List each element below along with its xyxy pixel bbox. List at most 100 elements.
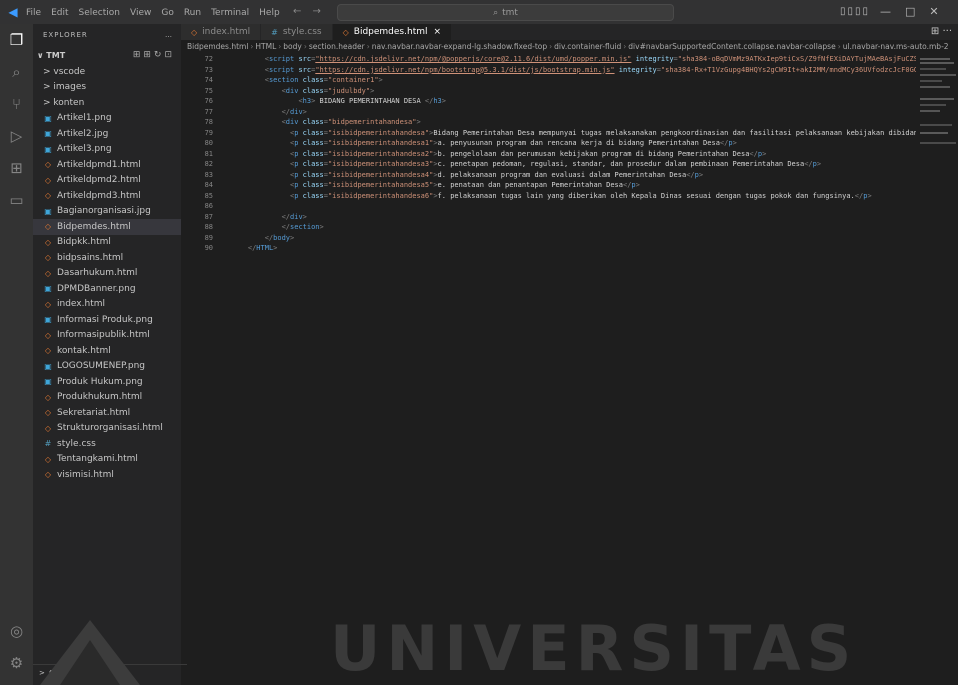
breadcrumb-item[interactable]: HTML bbox=[255, 42, 276, 51]
file-tree-item[interactable]: ◇ Artikeldpmd2.html bbox=[33, 173, 181, 189]
file-tree-item[interactable]: ◇ Artikeldpmd1.html bbox=[33, 157, 181, 173]
source-control-icon[interactable]: ⑂ bbox=[0, 88, 33, 120]
html-file-icon: ◇ bbox=[44, 175, 52, 185]
file-tree-item[interactable]: ▣ Artikel2.jpg bbox=[33, 126, 181, 142]
code-text: <p class="isibidpemerintahandesa2">b. pe… bbox=[231, 149, 766, 160]
css-file-icon: # bbox=[44, 439, 52, 449]
file-tree-item[interactable]: ◇ bidpsains.html bbox=[33, 250, 181, 266]
code-token: div bbox=[290, 212, 303, 221]
maximize-button[interactable]: □ bbox=[905, 5, 915, 18]
file-tree-item[interactable]: ▣ Artikel3.png bbox=[33, 142, 181, 158]
file-tree-item[interactable]: > images bbox=[33, 80, 181, 96]
file-tree-item[interactable]: ◇ Dasarhukum.html bbox=[33, 266, 181, 282]
file-tree-item[interactable]: ▣ LOGOSUMENEP.png bbox=[33, 359, 181, 375]
minimap[interactable] bbox=[916, 54, 958, 184]
file-tree-item[interactable]: ▣ Produk Hukum.png bbox=[33, 374, 181, 390]
menu-terminal[interactable]: Terminal bbox=[211, 8, 249, 18]
nav-arrows[interactable]: ← → bbox=[293, 6, 325, 17]
search-text: tmt bbox=[502, 7, 518, 18]
extensions-icon[interactable]: ⊞ bbox=[0, 152, 33, 184]
tab-style-css[interactable]: # style.css bbox=[261, 24, 333, 40]
code-text: <p class="isibidpemerintahandesa">Bidang… bbox=[231, 128, 916, 139]
account-icon[interactable]: ◎ bbox=[0, 615, 33, 647]
html-file-icon: ◇ bbox=[44, 470, 52, 480]
remote-explorer-icon[interactable]: ▭ bbox=[0, 184, 33, 216]
image-file-icon: ▣ bbox=[44, 361, 52, 371]
file-tree-item[interactable]: ◇ visimisi.html bbox=[33, 467, 181, 483]
command-center-search[interactable]: ⌕ tmt bbox=[337, 4, 674, 21]
minimize-button[interactable]: — bbox=[880, 5, 891, 18]
file-tree-item[interactable]: ◇ Bidpkk.html bbox=[33, 235, 181, 251]
file-tree-item[interactable]: ◇ Strukturorganisasi.html bbox=[33, 421, 181, 437]
menu-edit[interactable]: Edit bbox=[51, 8, 68, 18]
settings-gear-icon[interactable]: ⚙ bbox=[0, 647, 33, 679]
file-tree-item[interactable]: ▣ Informasi Produk.png bbox=[33, 312, 181, 328]
breadcrumb-item[interactable]: nav.navbar.navbar-expand-lg.shadow.fixed… bbox=[372, 42, 547, 51]
university-logo-watermark bbox=[40, 620, 140, 685]
file-tree-item[interactable]: ◇ Bidpemdes.html bbox=[33, 219, 181, 235]
breadcrumb-item[interactable]: Bidpemdes.html bbox=[187, 42, 248, 51]
code-editor[interactable]: 72 <script src="https://cdn.jsdelivr.net… bbox=[181, 54, 916, 384]
code-token: "bidpemerintahandesa" bbox=[327, 118, 417, 126]
menu-view[interactable]: View bbox=[130, 8, 151, 18]
file-tree-item[interactable]: # style.css bbox=[33, 436, 181, 452]
code-token: class bbox=[298, 160, 324, 168]
breadcrumb-item[interactable]: body bbox=[283, 42, 302, 51]
breadcrumb-item[interactable]: section.header bbox=[309, 42, 365, 51]
menu-help[interactable]: Help bbox=[259, 8, 280, 18]
file-tree-item[interactable]: ◇ kontak.html bbox=[33, 343, 181, 359]
workspace-folder[interactable]: ∨ TMT ⊞⊞↻⊡ bbox=[33, 46, 181, 64]
code-token: class bbox=[298, 139, 324, 147]
menu-run[interactable]: Run bbox=[184, 8, 201, 18]
file-tree-item[interactable]: ◇ Produkhukum.html bbox=[33, 390, 181, 406]
code-token: div bbox=[290, 107, 303, 116]
code-token: > bbox=[441, 97, 446, 105]
code-token: script bbox=[268, 65, 295, 74]
breadcrumb-item[interactable]: div.container-fluid bbox=[554, 42, 621, 51]
html-file-icon: ◇ bbox=[44, 253, 52, 263]
file-tree-item[interactable]: ▣ Artikel1.png bbox=[33, 111, 181, 127]
code-token: BIDANG PEMERINTAHAN DESA bbox=[315, 97, 425, 105]
file-tree-label: Tentangkami.html bbox=[57, 454, 138, 465]
title-bar: ◀ File Edit Selection View Go Run Terminal Help… bbox=[0, 0, 958, 24]
menu-file[interactable]: File bbox=[26, 8, 41, 18]
menu-selection[interactable]: Selection bbox=[79, 8, 120, 18]
breadcrumb-item[interactable]: div#navbarSupportedContent.collapse.navb… bbox=[628, 42, 835, 51]
line-number: 78 bbox=[204, 118, 213, 126]
file-tree-item[interactable]: > konten bbox=[33, 95, 181, 111]
more-actions-icon[interactable]: … bbox=[165, 31, 173, 39]
code-line: 90 </HTML> bbox=[181, 243, 916, 254]
file-tree-item[interactable]: > vscode bbox=[33, 64, 181, 80]
file-tree-item[interactable]: ▣ Bagianorganisasi.jpg bbox=[33, 204, 181, 220]
file-tree-label: style.css bbox=[57, 438, 96, 449]
code-line: 73 <script src="https://cdn.jsdelivr.net… bbox=[181, 65, 916, 76]
run-debug-icon[interactable]: ▷ bbox=[0, 120, 33, 152]
editor-actions[interactable]: ⊞ ··· bbox=[931, 26, 952, 37]
file-tree-item[interactable]: ◇ Informasipublik.html bbox=[33, 328, 181, 344]
menu-go[interactable]: Go bbox=[161, 8, 173, 18]
close-button[interactable]: ✕ bbox=[929, 5, 938, 18]
file-tree-item[interactable]: ◇ Tentangkami.html bbox=[33, 452, 181, 468]
explorer-title: EXPLORER bbox=[43, 31, 88, 39]
code-token: b. pengelolaan dan perumusan kebijakan p… bbox=[437, 149, 750, 158]
search-icon[interactable]: ⌕ bbox=[0, 56, 33, 88]
file-tree-item[interactable]: ◇ index.html bbox=[33, 297, 181, 313]
layout-toggle-icons[interactable]: ▯▯▯▯ bbox=[840, 6, 870, 17]
breadcrumb-item[interactable]: ul.navbar-nav.ms-auto.mb-2 bbox=[843, 42, 949, 51]
code-token: </ bbox=[686, 170, 695, 179]
explorer-icon[interactable]: ❐ bbox=[0, 24, 33, 56]
file-tree-item[interactable]: ◇ Artikeldpmd3.html bbox=[33, 188, 181, 204]
file-tree-item[interactable]: ◇ Sekretariat.html bbox=[33, 405, 181, 421]
html-file-icon: ◇ bbox=[44, 346, 52, 356]
html-file-icon: ◇ bbox=[44, 423, 52, 433]
code-text: <p class="isibidpemerintahandesa5">e. pe… bbox=[231, 180, 640, 191]
file-tree-item[interactable]: ▣ DPMDBanner.png bbox=[33, 281, 181, 297]
tab-index-html[interactable]: ◇ index.html bbox=[181, 24, 262, 40]
breadcrumb-separator-icon: › bbox=[837, 42, 841, 51]
tab-bidpemdes-html[interactable]: ◇ Bidpemdes.html × bbox=[332, 24, 453, 40]
close-tab-icon[interactable]: × bbox=[434, 27, 442, 37]
folder-toolbar-icons[interactable]: ⊞⊞↻⊡ bbox=[133, 50, 175, 60]
